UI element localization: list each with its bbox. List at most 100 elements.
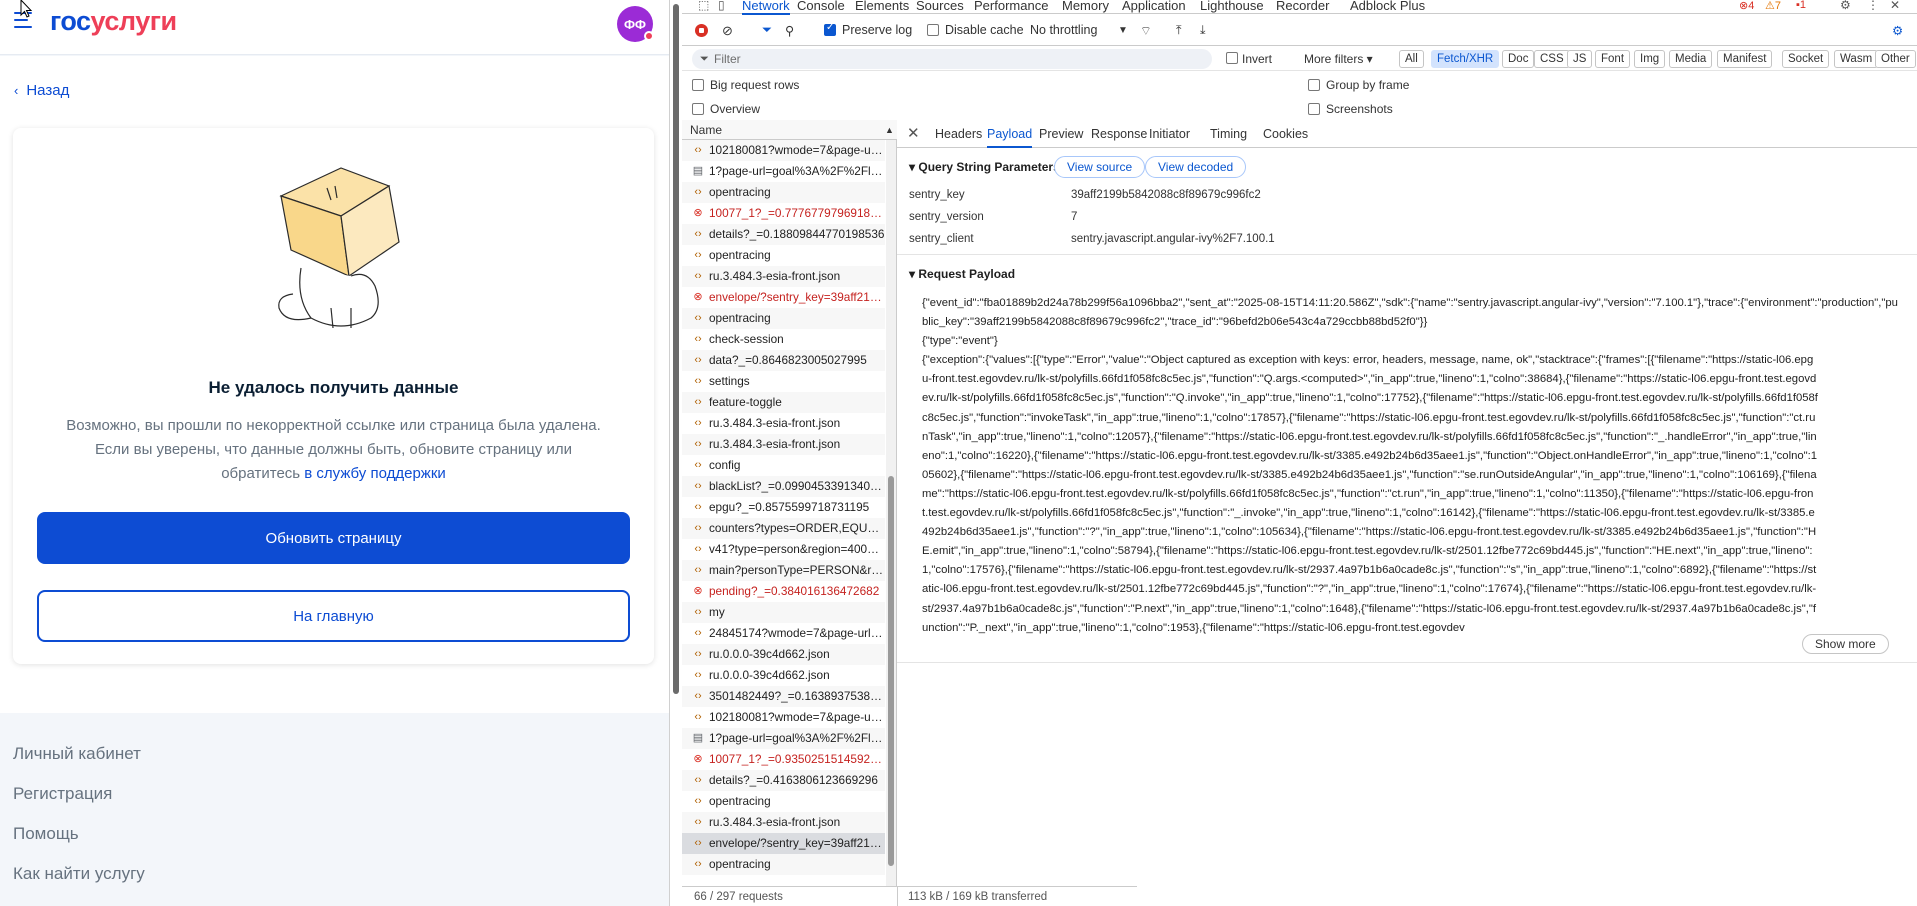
footer-link-cabinet[interactable]: Личный кабинет <box>13 744 145 784</box>
tab-memory[interactable]: Memory <box>1062 0 1109 13</box>
detail-tab-preview[interactable]: Preview <box>1039 127 1083 141</box>
type-filter-manifest[interactable]: Manifest <box>1717 50 1773 68</box>
request-row[interactable]: ⊗ 10077_1?_=0.7776779796918776&regio... <box>682 203 885 224</box>
request-row[interactable]: ‹› opentracing <box>682 308 885 329</box>
request-list-scrollbar[interactable] <box>886 140 896 906</box>
request-row[interactable]: ‹› 24845174?wmode=7&page-url=https%... <box>682 623 885 644</box>
invert-checkbox[interactable] <box>1226 52 1238 64</box>
request-row[interactable]: ⊗ pending?_=0.384016136472682 <box>682 581 885 602</box>
type-filter-wasm[interactable]: Wasm <box>1834 50 1879 68</box>
tab-performance[interactable]: Performance <box>974 0 1048 13</box>
info-badge[interactable]: ▪1 <box>1796 0 1806 11</box>
search-icon[interactable]: ⚲ <box>785 23 794 38</box>
group-by-frame-checkbox[interactable] <box>1308 79 1320 91</box>
request-row[interactable]: ‹› config <box>682 455 885 476</box>
tab-console[interactable]: Console <box>797 0 845 13</box>
request-row[interactable]: ‹› epgu?_=0.8575599718731195 <box>682 497 885 518</box>
type-filter-img[interactable]: Img <box>1634 50 1666 68</box>
page-scrollbar[interactable] <box>669 0 682 906</box>
more-menu-icon[interactable]: ⋮ <box>1867 0 1879 12</box>
request-payload-section-header[interactable]: ▾ Request Payload <box>909 267 1015 281</box>
request-row[interactable]: ‹› my <box>682 602 885 623</box>
warnings-badge[interactable]: ⚠7 <box>1765 0 1781 12</box>
request-row[interactable]: ‹› opentracing <box>682 854 885 875</box>
close-devtools-icon[interactable]: ✕ <box>1890 0 1900 12</box>
view-source-button[interactable]: View source <box>1054 156 1146 178</box>
type-filter-socket[interactable]: Socket <box>1782 50 1830 68</box>
type-filter-css[interactable]: CSS <box>1534 50 1570 68</box>
detail-tab-response[interactable]: Response <box>1091 127 1147 141</box>
preserve-log-checkbox[interactable] <box>824 22 836 36</box>
request-row[interactable]: ▤ 1?page-url=goal%3A%2F%2Flk-l06.epgu... <box>682 728 885 749</box>
request-row[interactable]: ‹› ru.3.484.3-esia-front.json <box>682 812 885 833</box>
request-row[interactable]: ‹› ru.3.484.3-esia-front.json <box>682 413 885 434</box>
tab-sources[interactable]: Sources <box>916 0 964 13</box>
type-filter-js[interactable]: JS <box>1567 50 1593 68</box>
request-row[interactable]: ‹› ru.3.484.3-esia-front.json <box>682 434 885 455</box>
tab-recorder[interactable]: Recorder <box>1276 0 1329 13</box>
import-har-icon[interactable]: ⤒ <box>1176 23 1182 38</box>
detail-tab-timing[interactable]: Timing <box>1210 127 1247 141</box>
go-home-button[interactable]: На главную <box>37 590 630 642</box>
detail-tab-initiator[interactable]: Initiator <box>1149 127 1190 141</box>
type-filter-fetch-xhr[interactable]: Fetch/XHR <box>1431 50 1500 68</box>
tab-application[interactable]: Application <box>1122 0 1186 13</box>
detail-tab-headers[interactable]: Headers <box>935 127 982 141</box>
detail-tab-payload[interactable]: Payload <box>987 127 1033 148</box>
request-row[interactable]: ⊗ envelope/?sentry_key=39aff2199b58420... <box>682 287 885 308</box>
request-row[interactable]: ‹› check-session <box>682 329 885 350</box>
request-row[interactable]: ‹› v41?type=person&region=40000000000... <box>682 539 885 560</box>
request-row[interactable]: ‹› ru.0.0.0-39c4d662.json <box>682 665 885 686</box>
request-row[interactable]: ‹› ru.3.484.3-esia-front.json <box>682 266 885 287</box>
device-toolbar-icon[interactable]: ▯ <box>718 0 725 12</box>
detail-tab-cookies[interactable]: Cookies <box>1263 127 1308 141</box>
filter-funnel-icon[interactable]: ⏷ <box>762 23 772 38</box>
request-row[interactable]: ‹› data?_=0.8646823005027995 <box>682 350 885 371</box>
close-detail-icon[interactable]: ✕ <box>907 124 920 142</box>
page-scrollbar-thumb[interactable] <box>673 4 679 694</box>
type-filter-media[interactable]: Media <box>1669 50 1713 68</box>
footer-link-registration[interactable]: Регистрация <box>13 784 145 824</box>
chevron-down-icon[interactable]: ▼ <box>1118 25 1128 36</box>
export-har-icon[interactable]: ⤓ <box>1200 23 1206 38</box>
errors-badge[interactable]: ⊗4 <box>1739 0 1754 12</box>
clear-icon[interactable]: ⊘ <box>722 23 733 39</box>
request-row[interactable]: ▤ 1?page-url=goal%3A%2F%2Flk-l06.epgu... <box>682 161 885 182</box>
throttling-select[interactable]: No throttling <box>1030 23 1097 37</box>
type-filter-other[interactable]: Other <box>1875 50 1916 68</box>
request-row[interactable]: ‹› opentracing <box>682 791 885 812</box>
tab-lighthouse[interactable]: Lighthouse <box>1200 0 1264 13</box>
request-row[interactable]: ‹› settings <box>682 371 885 392</box>
gosuslugi-logo[interactable]: госуслуги <box>50 6 177 37</box>
tab-adblock[interactable]: Adblock Plus <box>1350 0 1425 13</box>
request-row[interactable]: ‹› feature-toggle <box>682 392 885 413</box>
request-row[interactable]: ‹› 102180081?wmode=7&page-url=https... <box>682 140 885 161</box>
request-list-scroll-thumb[interactable] <box>888 476 894 866</box>
record-stop-icon[interactable] <box>695 24 708 37</box>
request-row[interactable]: ‹› 3501482449?_=0.1638937538145051 <box>682 686 885 707</box>
request-row[interactable]: ‹› 102180081?wmode=7&page-url=https... <box>682 707 885 728</box>
type-filter-font[interactable]: Font <box>1595 50 1631 68</box>
back-link[interactable]: ‹ Назад <box>14 82 69 99</box>
type-filter-doc[interactable]: Doc <box>1502 50 1535 68</box>
disable-cache-checkbox[interactable] <box>927 24 939 36</box>
request-row[interactable]: ⊗ 10077_1?_=0.935025151459248&region... <box>682 749 885 770</box>
tab-elements[interactable]: Elements <box>855 0 909 13</box>
request-row[interactable]: ‹› details?_=0.4163806123669296 <box>682 770 885 791</box>
footer-link-help[interactable]: Помощь <box>13 824 145 864</box>
view-decoded-button[interactable]: View decoded <box>1145 156 1247 178</box>
more-filters-dropdown[interactable]: More filters ▾ <box>1304 52 1373 66</box>
request-row[interactable]: ‹› ru.0.0.0-39c4d662.json <box>682 644 885 665</box>
request-row[interactable]: ‹› opentracing <box>682 245 885 266</box>
overview-checkbox[interactable] <box>692 103 704 115</box>
screenshots-checkbox[interactable] <box>1308 103 1320 115</box>
request-row[interactable]: ‹› details?_=0.18809844770198536 <box>682 224 885 245</box>
tab-network[interactable]: Network <box>742 0 790 15</box>
request-row[interactable]: ‹› blackList?_=0.09904533913405211 <box>682 476 885 497</box>
settings-gear-icon[interactable]: ⚙ <box>1840 0 1851 12</box>
type-filter-all[interactable]: All <box>1399 50 1424 68</box>
filter-input[interactable]: ⏷ Filter <box>692 49 1212 69</box>
inspect-element-icon[interactable]: ⬚ <box>698 0 709 12</box>
refresh-page-button[interactable]: Обновить страницу <box>37 512 630 564</box>
network-conditions-icon[interactable]: ⌔ <box>1140 23 1152 39</box>
